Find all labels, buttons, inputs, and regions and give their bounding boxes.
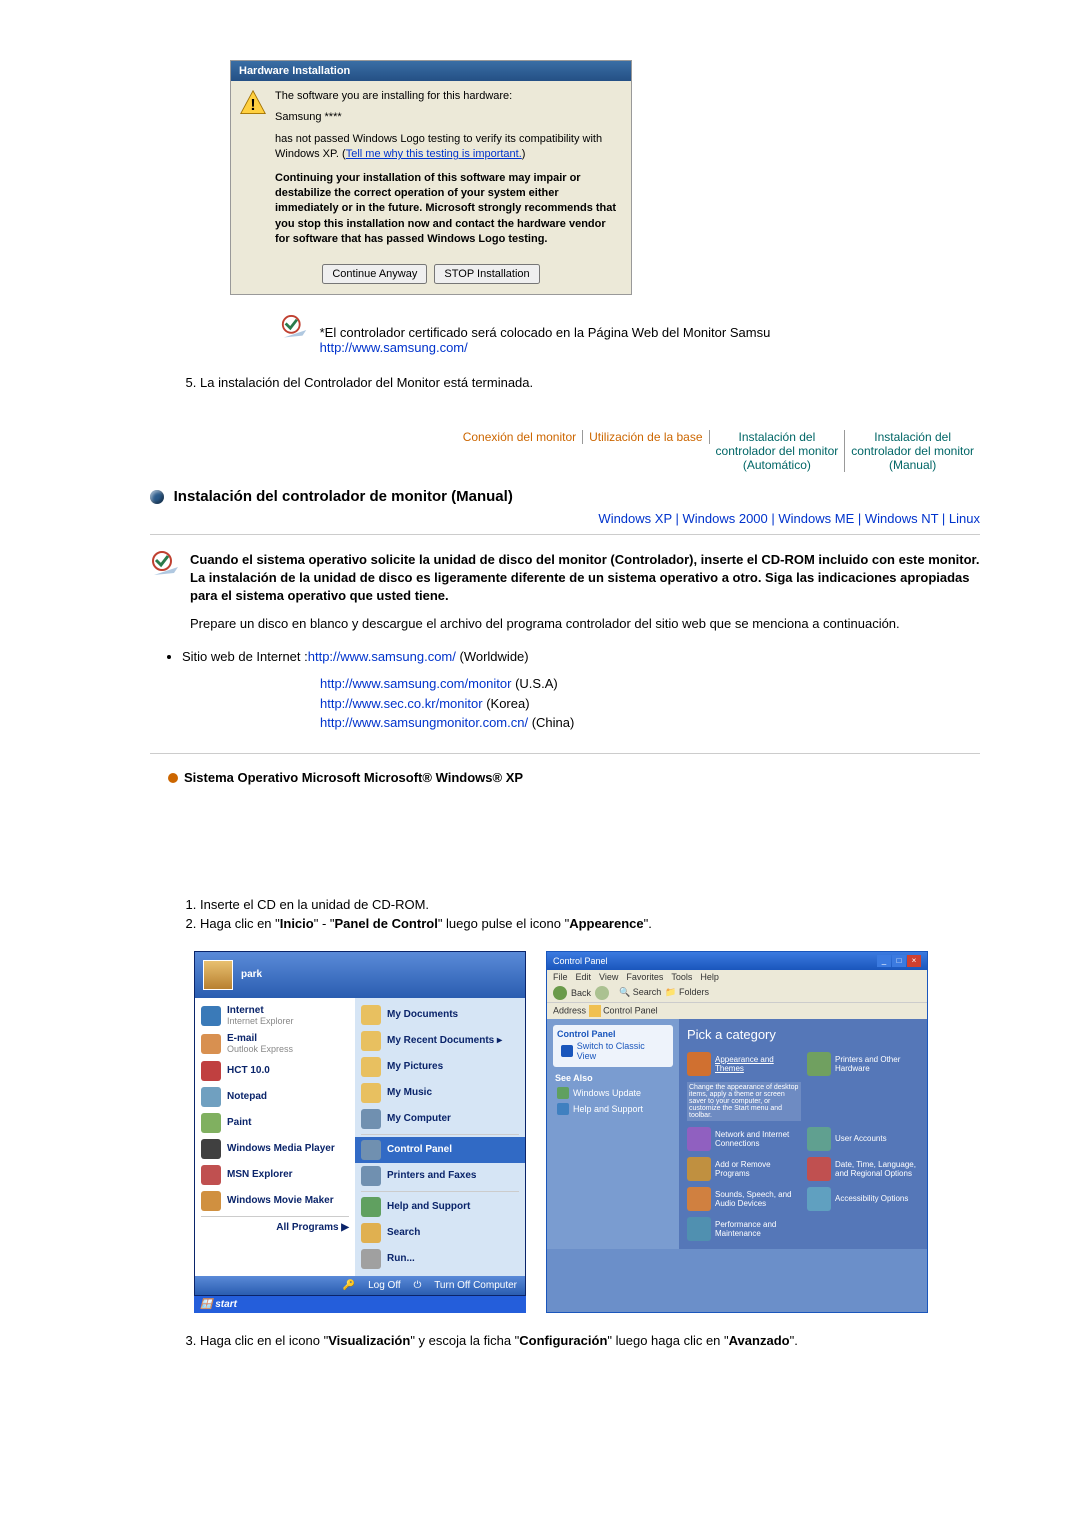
start-menu-item[interactable]: My Documents <box>355 1002 525 1028</box>
start-menu-item[interactable]: My Pictures <box>355 1054 525 1080</box>
info-plain-text: Prepare un disco en blanco y descargue e… <box>190 615 980 633</box>
start-menu-item[interactable]: Run... <box>355 1246 525 1272</box>
start-menu-item[interactable]: Search <box>355 1220 525 1246</box>
dialog-title: Hardware Installation <box>231 61 631 81</box>
logoff-button[interactable]: 🔑 Log Off <box>343 1280 401 1291</box>
cp-category-tooltip: Change the appearance of desktop items, … <box>687 1082 801 1121</box>
step-3: Haga clic en el icono "Visualización" y … <box>200 1333 980 1348</box>
cp-menu-item[interactable]: Help <box>700 972 719 982</box>
cp-side-box: Control Panel Switch to Classic View <box>553 1025 673 1067</box>
site-link-0[interactable]: http://www.samsung.com/ <box>308 649 456 664</box>
dialog-line1: The software you are installing for this… <box>275 89 623 104</box>
start-menu-item[interactable]: My Recent Documents ▸ <box>355 1028 525 1054</box>
start-menu-item[interactable]: Windows Media Player <box>195 1136 355 1162</box>
cp-addressbar[interactable]: Address Control Panel <box>547 1002 927 1019</box>
avatar <box>203 960 233 990</box>
cp-category[interactable]: User Accounts <box>807 1127 917 1151</box>
site-link-2[interactable]: http://www.sec.co.kr/monitor <box>320 696 483 711</box>
cp-category[interactable]: Printers and Other Hardware <box>807 1052 917 1076</box>
cp-category[interactable]: Performance and Maintenance <box>687 1217 797 1241</box>
cp-seealso-1[interactable]: Help and Support <box>553 1101 673 1117</box>
link-linux[interactable]: Linux <box>949 511 980 526</box>
start-menu-screenshot: park InternetInternet ExplorerE-mailOutl… <box>194 951 526 1313</box>
dialog-warning-text: Continuing your installation of this sof… <box>275 171 623 248</box>
start-menu-footer: 🔑 Log Off ⏻ Turn Off Computer <box>195 1276 525 1295</box>
sub-bullet-icon <box>168 773 178 783</box>
tab-instalacion-auto[interactable]: Instalación delcontrolador del monitor(A… <box>710 430 846 472</box>
control-panel-screenshot: Control Panel _□× File Edit View Favorites T… <box>546 951 928 1313</box>
section-title: Instalación del controlador de monitor (… <box>174 488 513 505</box>
info-bold-text: Cuando el sistema operativo solicite la … <box>190 551 980 606</box>
cp-menu-item[interactable]: View <box>599 972 618 982</box>
site-list-item: Sitio web de Internet :http://www.samsun… <box>182 649 980 664</box>
hardware-installation-dialog: Hardware Installation ! The software you… <box>230 60 632 295</box>
cp-category[interactable]: Network and Internet Connections <box>687 1127 797 1151</box>
cp-category[interactable]: Accessibility Options <box>807 1187 917 1211</box>
cp-seealso-0[interactable]: Windows Update <box>553 1085 673 1101</box>
cp-menu-item[interactable]: Tools <box>671 972 692 982</box>
note-url-link[interactable]: http://www.samsung.com/ <box>320 340 468 355</box>
start-menu-item[interactable]: Printers and Faxes <box>355 1163 525 1189</box>
site-link-3[interactable]: http://www.samsungmonitor.com.cn/ <box>320 715 528 730</box>
link-w2k[interactable]: Windows 2000 <box>683 511 768 526</box>
cp-menu-item[interactable]: File <box>553 972 568 982</box>
turnoff-button[interactable]: ⏻ Turn Off Computer <box>413 1280 517 1291</box>
step-1: Inserte el CD en la unidad de CD-ROM. <box>200 897 980 912</box>
cp-menu-item[interactable]: Favorites <box>626 972 663 982</box>
start-menu-item[interactable]: HCT 10.0 <box>195 1058 355 1084</box>
cp-menu-item[interactable]: Edit <box>576 972 592 982</box>
os-links: Windows XP | Windows 2000 | Windows ME |… <box>150 511 980 526</box>
link-me[interactable]: Windows ME <box>778 511 854 526</box>
checkmark-icon <box>280 315 310 345</box>
start-menu-item[interactable]: E-mailOutlook Express <box>195 1030 355 1058</box>
site-link-1[interactable]: http://www.samsung.com/monitor <box>320 676 511 691</box>
note-text: *El controlador certificado será colocad… <box>320 325 771 340</box>
start-menu-item[interactable]: My Computer <box>355 1106 525 1132</box>
window-buttons[interactable]: _□× <box>876 955 921 967</box>
cp-category[interactable]: Date, Time, Language, and Regional Optio… <box>807 1157 917 1181</box>
link-nt[interactable]: Windows NT <box>865 511 938 526</box>
cp-pick-category: Pick a category <box>687 1027 919 1042</box>
start-menu-item[interactable]: Control Panel <box>355 1137 525 1163</box>
all-programs[interactable]: All Programs ▶ <box>195 1219 355 1236</box>
cp-category[interactable]: Sounds, Speech, and Audio Devices <box>687 1187 797 1211</box>
stop-installation-button[interactable]: STOP Installation <box>434 264 539 284</box>
cp-menubar[interactable]: File Edit View Favorites Tools Help <box>547 970 927 984</box>
tab-instalacion-manual[interactable]: Instalación delcontrolador del monitor(M… <box>845 430 980 472</box>
forward-icon <box>595 986 609 1000</box>
step-2: Haga clic en "Inicio" - "Panel de Contro… <box>200 916 980 931</box>
cp-switch-link[interactable]: Switch to Classic View <box>557 1039 669 1063</box>
cp-title: Control Panel <box>553 956 608 966</box>
start-menu-item[interactable]: My Music <box>355 1080 525 1106</box>
start-menu-item[interactable]: Windows Movie Maker <box>195 1188 355 1214</box>
nav-tabs: Conexión del monitor Utilización de la b… <box>150 430 980 472</box>
start-menu-item[interactable]: MSN Explorer <box>195 1162 355 1188</box>
cp-toolbar[interactable]: Back 🔍 Search 📁 Folders <box>547 984 927 1002</box>
cp-category[interactable]: Appearance and Themes <box>687 1052 797 1076</box>
dialog-line2: has not passed Windows Logo testing to v… <box>275 132 623 163</box>
tab-conexion[interactable]: Conexión del monitor <box>457 430 583 444</box>
link-xp[interactable]: Windows XP <box>598 511 671 526</box>
start-menu-header: park <box>195 952 525 998</box>
step-5: La instalación del Controlador del Monit… <box>200 375 980 390</box>
warning-icon: ! <box>239 89 267 117</box>
tab-utilizacion[interactable]: Utilización de la base <box>583 430 709 444</box>
info-checkmark-icon <box>150 551 182 634</box>
dialog-device: Samsung **** <box>275 110 623 125</box>
start-menu-item[interactable]: Notepad <box>195 1084 355 1110</box>
cp-category[interactable]: Add or Remove Programs <box>687 1157 797 1181</box>
start-menu-item[interactable]: InternetInternet Explorer <box>195 1002 355 1030</box>
start-menu-item[interactable]: Help and Support <box>355 1194 525 1220</box>
back-icon[interactable] <box>553 986 567 1000</box>
section-bullet-icon <box>150 490 164 504</box>
continue-anyway-button[interactable]: Continue Anyway <box>322 264 427 284</box>
svg-text:!: ! <box>250 97 255 114</box>
dialog-tellmewhy-link[interactable]: Tell me why this testing is important. <box>346 148 522 160</box>
cp-seealso-label: See Also <box>555 1073 671 1083</box>
os-heading: Sistema Operativo Microsoft Microsoft® W… <box>168 770 980 785</box>
taskbar-start[interactable]: 🪟 start <box>194 1296 526 1313</box>
start-menu-item[interactable]: Paint <box>195 1110 355 1136</box>
